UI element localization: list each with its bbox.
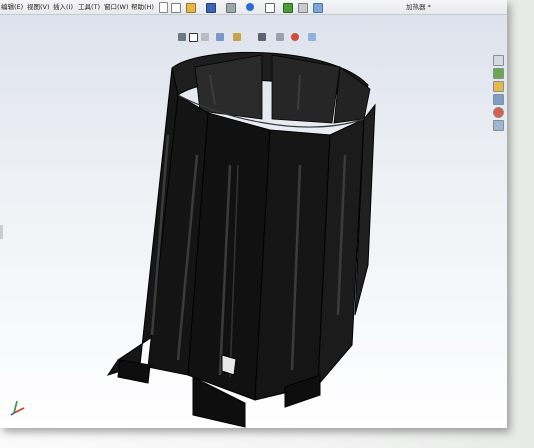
cad-window: 编辑(E) 视图(V) 插入(I) 工具(T) 窗口(W) 帮助(H) 加热器 … [0,0,507,428]
pin-icon[interactable] [159,2,168,13]
menu-help[interactable]: 帮助(H) [131,0,154,14]
save-icon[interactable] [206,3,216,13]
graphics-area[interactable] [0,15,507,428]
menu-window[interactable]: 窗口(W) [104,0,129,14]
document-title: 加热器 * [406,3,431,11]
rebuild-icon[interactable] [283,3,293,13]
open-icon[interactable] [186,3,196,13]
menu-edit[interactable]: 编辑(E) [1,0,23,14]
undo-icon[interactable] [246,3,254,11]
menu-insert[interactable]: 插入(I) [53,0,73,14]
bottom-tab [117,359,151,384]
heater-3d-model [106,52,376,428]
print-icon[interactable] [226,3,236,13]
menu-tools[interactable]: 工具(T) [78,0,100,14]
terminal-hole [221,354,237,376]
inner-panel [333,66,371,124]
layout-icon[interactable] [313,3,323,13]
menu-bar: 编辑(E) 视图(V) 插入(I) 工具(T) 窗口(W) 帮助(H) 加热器 … [0,0,507,15]
options-icon[interactable] [298,3,308,13]
inner-panel [271,54,341,124]
new-document-icon[interactable] [171,3,181,13]
menu-view[interactable]: 视图(V) [27,0,50,14]
select-icon[interactable] [265,3,275,13]
